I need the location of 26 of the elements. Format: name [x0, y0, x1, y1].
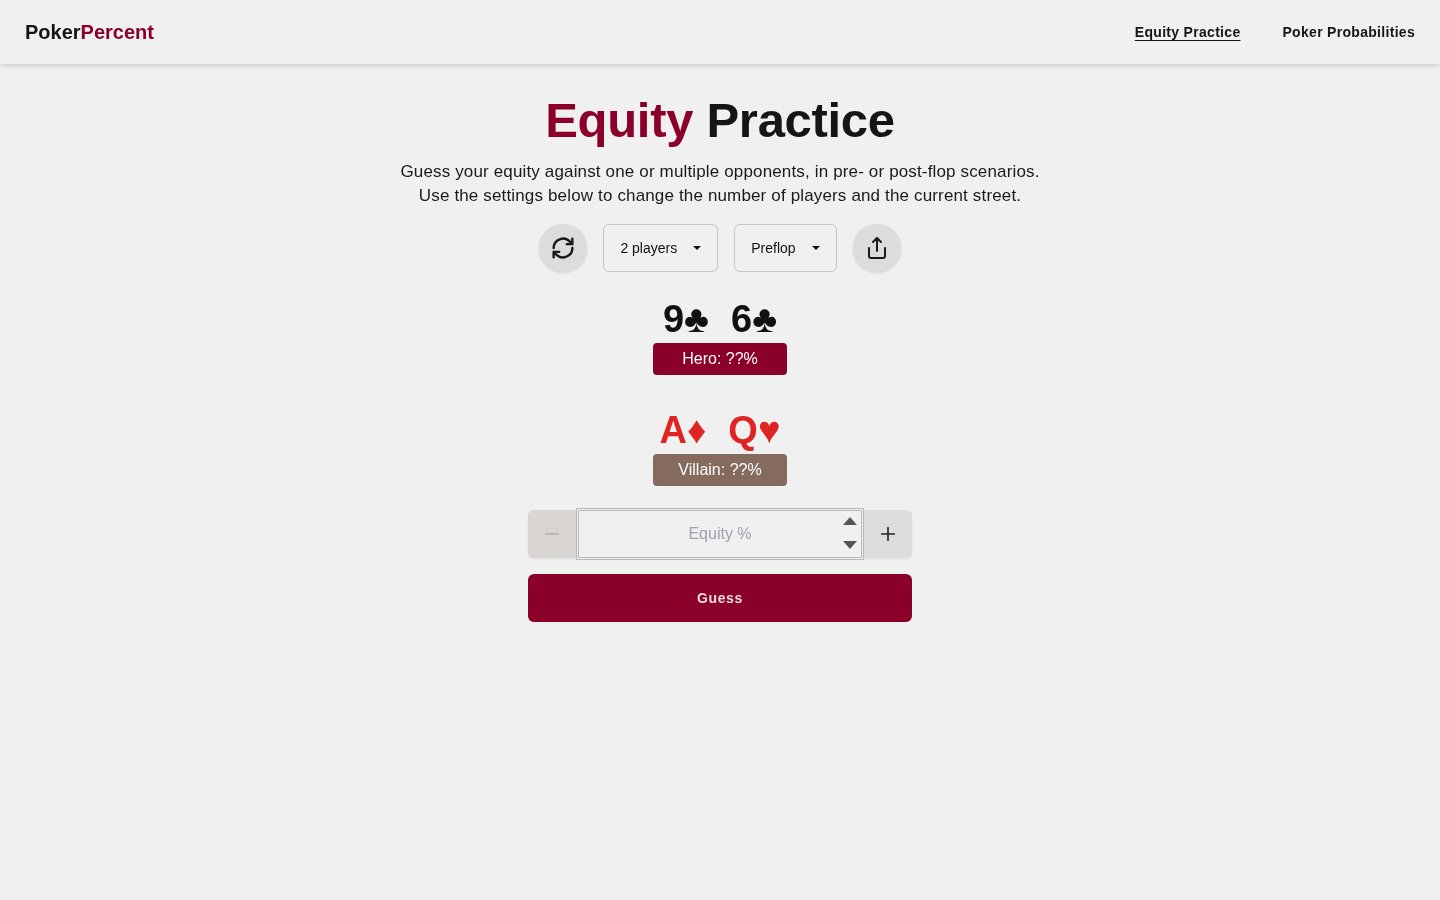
increment-button[interactable] — [864, 510, 912, 558]
share-button[interactable] — [852, 224, 901, 272]
card-label: 6♣ — [731, 297, 778, 341]
card-label: A♦ — [659, 408, 707, 452]
refresh-icon — [552, 237, 575, 259]
refresh-button[interactable] — [539, 224, 588, 272]
equity-badge: Hero: ??% — [653, 343, 787, 375]
card-label: Q♥ — [728, 408, 781, 452]
page-title: Equity Practice — [545, 92, 895, 149]
card-label: 9♣ — [662, 297, 709, 341]
players-dropdown[interactable]: 2 players — [603, 224, 719, 272]
street-dropdown[interactable]: Preflop — [734, 224, 837, 272]
spin-down-icon[interactable] — [843, 541, 857, 549]
guess-button[interactable]: Guess — [528, 574, 912, 622]
description-text: Guess your equity against one or multiple opponents, in pre- or post-flop scenarios. — [400, 161, 1040, 183]
brand-logo[interactable]: PokerPercent — [25, 20, 154, 44]
caret-icon — [693, 246, 702, 250]
equity-input[interactable]: Equity % — [576, 508, 864, 560]
spin-up-icon[interactable] — [843, 517, 857, 525]
share-icon — [865, 237, 888, 259]
description-text: Use the settings below to change the number of players and the current street. — [418, 185, 1022, 207]
nav-link[interactable]: Equity Practice — [1134, 24, 1241, 40]
nav-link[interactable]: Poker Probabilities — [1282, 24, 1415, 40]
plus-icon — [881, 527, 895, 541]
equity-badge: Villain: ??% — [653, 454, 787, 486]
caret-icon — [811, 246, 820, 250]
